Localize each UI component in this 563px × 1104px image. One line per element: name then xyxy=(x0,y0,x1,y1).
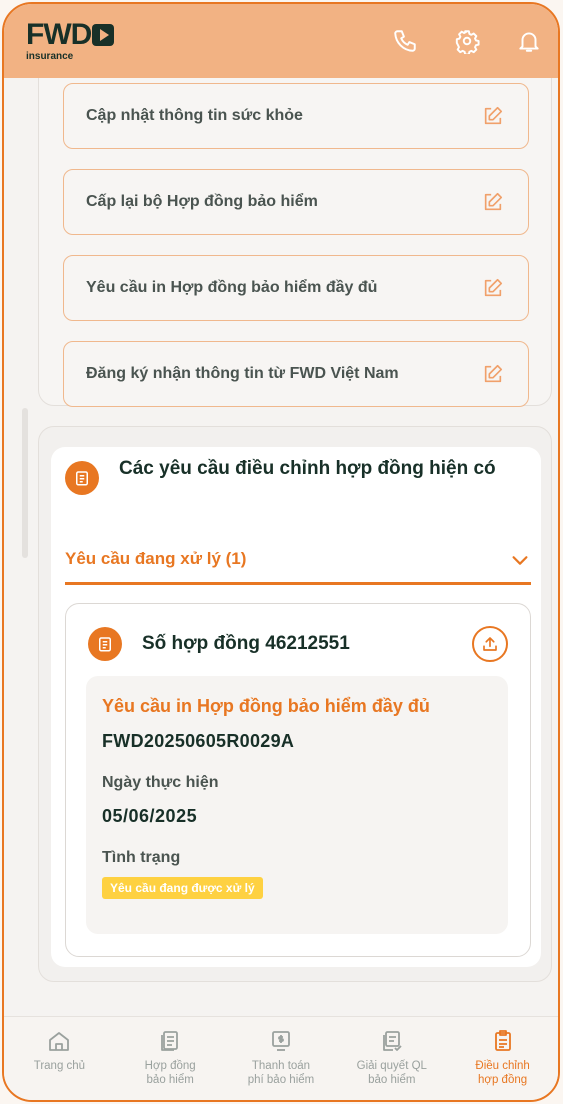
logo-play-icon xyxy=(92,24,115,46)
home-icon xyxy=(49,1032,70,1051)
scrollbar[interactable] xyxy=(22,408,28,558)
section-header: Các yêu cầu điều chỉnh hợp đồng hiện có xyxy=(65,458,527,495)
nav-home[interactable]: Trang chủ xyxy=(4,1017,115,1100)
adjustment-options-card: Cập nhật thông tin sức khỏe Cấp lại bộ H… xyxy=(38,78,552,407)
upload-icon xyxy=(483,637,497,651)
date-value: 05/06/2025 xyxy=(102,806,198,826)
existing-requests-panel: Các yêu cầu điều chỉnh hợp đồng hiện có … xyxy=(51,447,541,967)
adjust-icon xyxy=(494,1030,511,1051)
accordion-label: Yêu cầu đang xử lý (1) xyxy=(65,549,247,568)
claim-icon xyxy=(382,1031,402,1051)
option-label: Cập nhật thông tin sức khỏe xyxy=(86,107,303,124)
option-update-health[interactable]: Cập nhật thông tin sức khỏe xyxy=(63,83,529,149)
edit-icon xyxy=(484,278,503,297)
existing-requests-card: Các yêu cầu điều chỉnh hợp đồng hiện có … xyxy=(38,426,552,982)
logo-text: FWD xyxy=(26,18,92,51)
document-icon xyxy=(65,461,99,495)
logo-subtitle: insurance xyxy=(26,51,74,62)
top-bar: FWD insurance xyxy=(4,4,558,78)
option-print-contract[interactable]: Yêu cầu in Hợp đồng bảo hiểm đầy đủ xyxy=(63,255,529,321)
bottom-nav: Trang chủ Hợp đồng bảo hiểm Thanh toán p… xyxy=(4,1016,558,1100)
fwd-logo: FWD insurance xyxy=(26,18,115,62)
payment-icon xyxy=(272,1031,290,1051)
policy-request-card: Số hợp đồng 46212551 Yêu cầu in Hợp đồng… xyxy=(65,603,531,957)
policy-document-icon xyxy=(88,627,122,661)
edit-icon xyxy=(484,192,503,211)
status-badge: Yêu cầu đang được xử lý xyxy=(102,877,263,899)
contract-icon xyxy=(161,1031,179,1051)
status-label: Tình trạng xyxy=(102,849,181,866)
nav-label: Trang chủ xyxy=(33,1060,86,1072)
edit-icon xyxy=(484,364,503,383)
nav-claims[interactable]: Giải quyết QL bảo hiểm xyxy=(336,1017,447,1100)
request-title: Yêu cầu in Hợp đồng bảo hiểm đầy đủ xyxy=(102,696,430,716)
nav-label: Thanh toán phí bảo hiểm xyxy=(247,1060,315,1086)
option-label: Cấp lại bộ Hợp đồng bảo hiểm xyxy=(86,193,318,210)
nav-adjust-contract[interactable]: Điều chỉnh hợp đồng xyxy=(447,1017,558,1100)
nav-label: Điều chỉnh hợp đồng xyxy=(475,1060,530,1086)
chevron-down-icon xyxy=(512,556,528,565)
option-subscribe-info[interactable]: Đăng ký nhận thông tin từ FWD Việt Nam xyxy=(63,341,529,407)
policy-number: Số hợp đồng 46212551 xyxy=(142,633,350,654)
option-reissue-contract[interactable]: Cấp lại bộ Hợp đồng bảo hiểm xyxy=(63,169,529,235)
upload-button[interactable] xyxy=(472,626,508,662)
policy-header: Số hợp đồng 46212551 xyxy=(88,626,508,662)
option-label: Yêu cầu in Hợp đồng bảo hiểm đầy đủ xyxy=(86,279,378,296)
bell-icon[interactable] xyxy=(516,28,542,54)
nav-label: Hợp đồng bảo hiểm xyxy=(144,1060,196,1086)
nav-contracts[interactable]: Hợp đồng bảo hiểm xyxy=(115,1017,226,1100)
app-frame: FWD insurance Cập nhật thông tin sức khỏ… xyxy=(2,2,560,1102)
section-title: Các yêu cầu điều chỉnh hợp đồng hiện có xyxy=(119,458,496,479)
request-code: FWD20250605R0029A xyxy=(102,731,295,751)
content-scroll[interactable]: Cập nhật thông tin sức khỏe Cấp lại bộ H… xyxy=(4,78,558,1016)
nav-payment[interactable]: Thanh toán phí bảo hiểm xyxy=(226,1017,337,1100)
nav-label: Giải quyết QL bảo hiểm xyxy=(356,1060,427,1086)
edit-icon xyxy=(484,106,503,125)
date-label: Ngày thực hiện xyxy=(102,774,219,791)
request-details: Yêu cầu in Hợp đồng bảo hiểm đầy đủ FWD2… xyxy=(86,676,508,934)
pending-requests-accordion[interactable]: Yêu cầu đang xử lý (1) xyxy=(65,549,531,585)
gear-icon[interactable] xyxy=(454,28,480,54)
option-label: Đăng ký nhận thông tin từ FWD Việt Nam xyxy=(86,365,399,382)
phone-icon[interactable] xyxy=(392,28,418,54)
